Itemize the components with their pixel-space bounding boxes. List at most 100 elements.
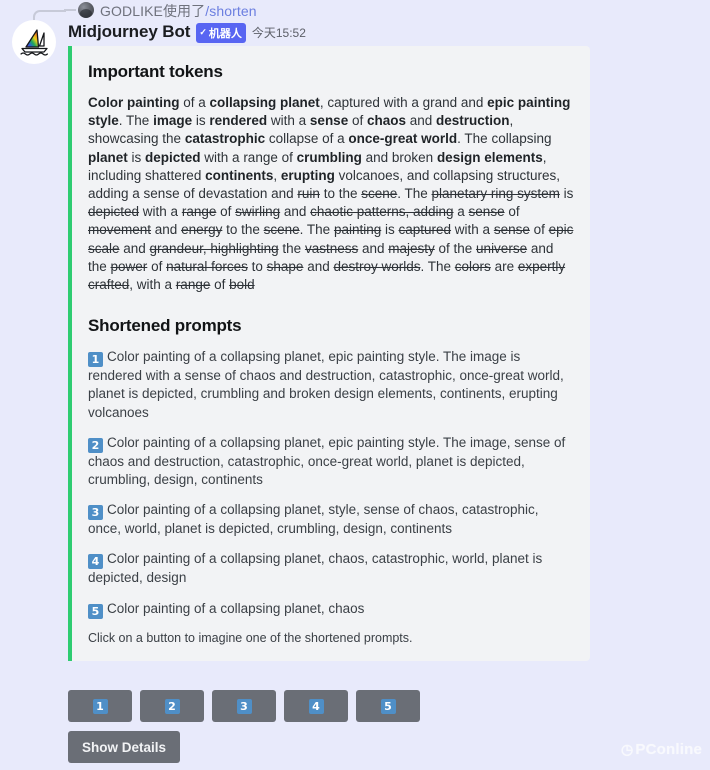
token-segment: erupting	[280, 167, 335, 183]
token-segment: painting	[333, 222, 382, 238]
token-segment: of	[504, 204, 520, 220]
token-segment: movement	[88, 222, 152, 238]
bot-badge: ✓ 机器人	[196, 22, 246, 43]
keycap-number-icon: 4	[308, 698, 324, 714]
watermark-label: PConline	[635, 741, 702, 758]
token-segment: and	[280, 204, 311, 220]
imagine-prompt-button-5[interactable]: 5	[356, 690, 420, 722]
token-segment: the	[278, 240, 305, 256]
token-segment: shape	[266, 258, 304, 274]
token-segment: . The	[420, 258, 455, 274]
embed-title-shortened-prompts: Shortened prompts	[88, 316, 242, 336]
token-segment: of	[147, 258, 167, 274]
token-segment: crumbling	[296, 149, 362, 165]
keycap-number-icon: 4	[88, 554, 103, 570]
shortened-prompt-item: 3 Color painting of a collapsing planet, …	[88, 501, 574, 538]
token-segment: is	[381, 222, 399, 238]
imagine-prompt-button-3[interactable]: 3	[212, 690, 276, 722]
embed-title-important-tokens: Important tokens	[88, 62, 223, 81]
token-segment: bold	[229, 277, 255, 293]
token-segment: with a	[267, 113, 310, 129]
shortened-prompt-text: Color painting of a collapsing planet, c…	[107, 600, 365, 616]
verified-check-icon: ✓	[199, 27, 207, 37]
keycap-number-icon: 3	[236, 698, 252, 714]
token-segment: with a	[451, 222, 494, 238]
token-segment: . The	[118, 113, 154, 129]
reply-reference-text: GODLIKE使用了/shorten	[100, 1, 257, 21]
watermark-logo-icon: ◷	[620, 741, 634, 757]
keycap-number-icon: 2	[88, 437, 103, 453]
token-segment: of a	[179, 95, 210, 110]
token-segment: planet	[88, 149, 128, 165]
token-segment: is	[559, 186, 574, 202]
token-segment: destroy worlds	[333, 258, 421, 274]
token-segment: destruction	[436, 113, 510, 129]
token-segment: depicted	[88, 204, 140, 220]
token-segment: , captured with a grand and	[319, 95, 488, 110]
token-segment: of	[348, 113, 367, 129]
token-segment: and	[303, 258, 334, 274]
token-segment: with a	[139, 204, 182, 220]
keycap-number-icon: 5	[380, 698, 396, 714]
token-segment: and	[406, 113, 437, 129]
reply-username: GODLIKE	[100, 3, 163, 19]
reply-command-link[interactable]: /shorten	[205, 3, 256, 19]
shortened-prompts-list: 1 Color painting of a collapsing planet, …	[88, 348, 574, 619]
keycap-number-icon: 3	[88, 505, 103, 521]
token-segment: vastness	[304, 240, 359, 256]
token-segment: . The	[299, 222, 334, 238]
prompt-number-button-row: 1 2 3 4 5	[68, 690, 420, 722]
token-segment: grandeur, highlighting	[149, 240, 279, 256]
shortened-prompt-text: Color painting of a collapsing planet, s…	[88, 502, 539, 537]
imagine-prompt-button-4[interactable]: 4	[284, 690, 348, 722]
reply-connector-dash	[64, 9, 76, 11]
imagine-prompt-button-2[interactable]: 2	[140, 690, 204, 722]
message-header: Midjourney Bot ✓ 机器人 今天15:52	[68, 22, 306, 45]
token-segment: is	[127, 149, 146, 165]
token-segment: colors	[454, 258, 491, 274]
important-tokens-paragraph: Color painting of a collapsing planet, c…	[88, 94, 574, 294]
token-segment: to	[247, 258, 267, 274]
token-segment: of	[216, 204, 236, 220]
reply-action-text: 使用了	[162, 3, 206, 19]
token-segment: of	[529, 222, 549, 238]
token-segment: a	[453, 204, 469, 220]
token-segment: collapsing planet	[209, 95, 320, 110]
message-embed: Important tokens Color painting of a col…	[68, 46, 590, 661]
show-details-button[interactable]: Show Details	[68, 731, 181, 763]
token-segment: of	[210, 277, 230, 293]
reply-reference-row[interactable]: GODLIKE使用了/shorten	[0, 0, 710, 42]
shortened-prompt-text: Color painting of a collapsing planet, c…	[88, 551, 543, 586]
token-segment: ,	[273, 167, 281, 183]
imagine-prompt-button-1[interactable]: 1	[68, 690, 132, 722]
shortened-prompt-item: 5 Color painting of a collapsing planet, …	[88, 600, 574, 619]
token-segment: power	[110, 258, 148, 274]
embed-footnote: Click on a button to imagine one of the …	[88, 630, 413, 645]
message-author-name[interactable]: Midjourney Bot	[68, 22, 190, 42]
token-segment: design elements	[436, 149, 543, 165]
token-segment: sense	[468, 204, 505, 220]
keycap-number-icon: 2	[164, 698, 180, 714]
token-segment: swirling	[235, 204, 281, 220]
token-segment: to the	[222, 222, 264, 238]
token-segment: and	[151, 222, 182, 238]
token-segment: and	[119, 240, 150, 256]
token-segment: majesty	[388, 240, 435, 256]
token-segment: ruin	[297, 186, 320, 202]
token-segment: catastrophic	[184, 131, 266, 147]
token-segment: chaos	[366, 113, 406, 129]
shortened-prompt-text: Color painting of a collapsing planet, e…	[88, 434, 566, 488]
token-segment: natural forces	[166, 258, 248, 274]
shortened-prompt-text: Color painting of a collapsing planet, e…	[88, 349, 564, 420]
show-details-button-row: Show Details	[68, 731, 181, 763]
token-segment: chaotic patterns, adding	[310, 204, 454, 220]
midjourney-sailboat-icon[interactable]	[12, 20, 56, 64]
token-segment: Color painting	[88, 95, 180, 110]
keycap-number-icon: 5	[88, 603, 103, 619]
token-segment: scene	[361, 186, 398, 202]
keycap-number-icon: 1	[92, 698, 108, 714]
discord-message-screenshot: GODLIKE使用了/shorten Midjourney Bot ✓ 机器人 …	[0, 0, 710, 770]
shortened-prompt-item: 2 Color painting of a collapsing planet, …	[88, 434, 574, 489]
token-segment: universe	[476, 240, 528, 256]
bot-badge-label: 机器人	[208, 27, 242, 40]
